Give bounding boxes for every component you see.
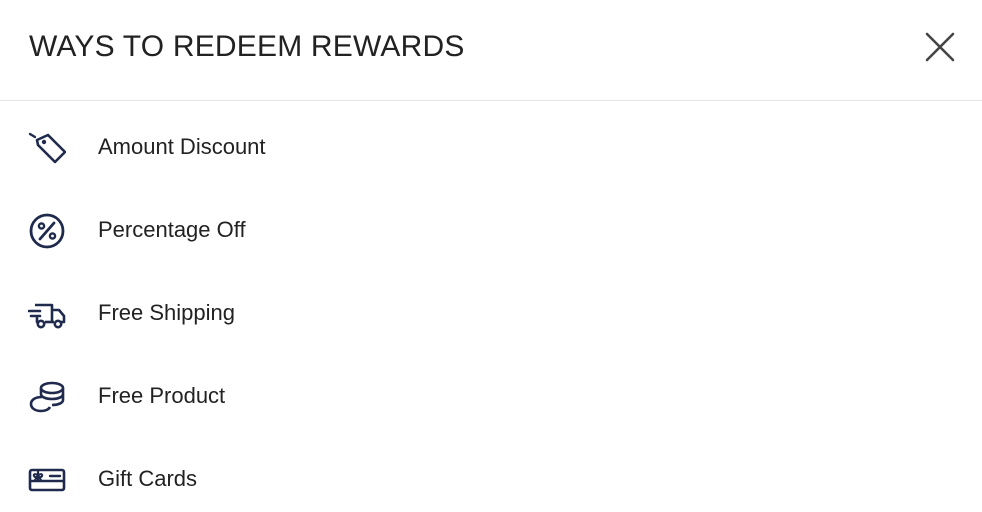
redeem-option-label: Gift Cards — [98, 466, 198, 491]
close-icon — [925, 32, 955, 62]
redeem-option-amount-discount[interactable]: Amount Discount — [0, 116, 982, 176]
redeem-option-label: Free Shipping — [98, 300, 235, 325]
redeem-option-percentage-off[interactable]: Percentage Off — [0, 199, 982, 259]
coins-icon — [29, 381, 65, 413]
modal-title: WAYS TO REDEEM REWARDS — [29, 30, 465, 63]
redeem-option-label: Free Product — [98, 383, 226, 408]
redeem-option-free-product[interactable]: Free Product — [0, 365, 982, 425]
tag-icon — [28, 132, 66, 164]
percent-icon — [29, 213, 65, 249]
redeem-option-label: Amount Discount — [98, 134, 266, 159]
redeem-rewards-modal: WAYS TO REDEEM REWARDS Amount Discount P… — [0, 0, 982, 512]
redeem-option-free-shipping[interactable]: Free Shipping — [0, 282, 982, 342]
gift-card-icon — [28, 468, 66, 492]
redeem-option-gift-cards[interactable]: Gift Cards — [0, 448, 982, 508]
truck-icon — [28, 303, 66, 329]
redeem-option-label: Percentage Off — [98, 217, 246, 242]
modal-header: WAYS TO REDEEM REWARDS — [0, 0, 982, 101]
close-button[interactable] — [918, 25, 962, 69]
